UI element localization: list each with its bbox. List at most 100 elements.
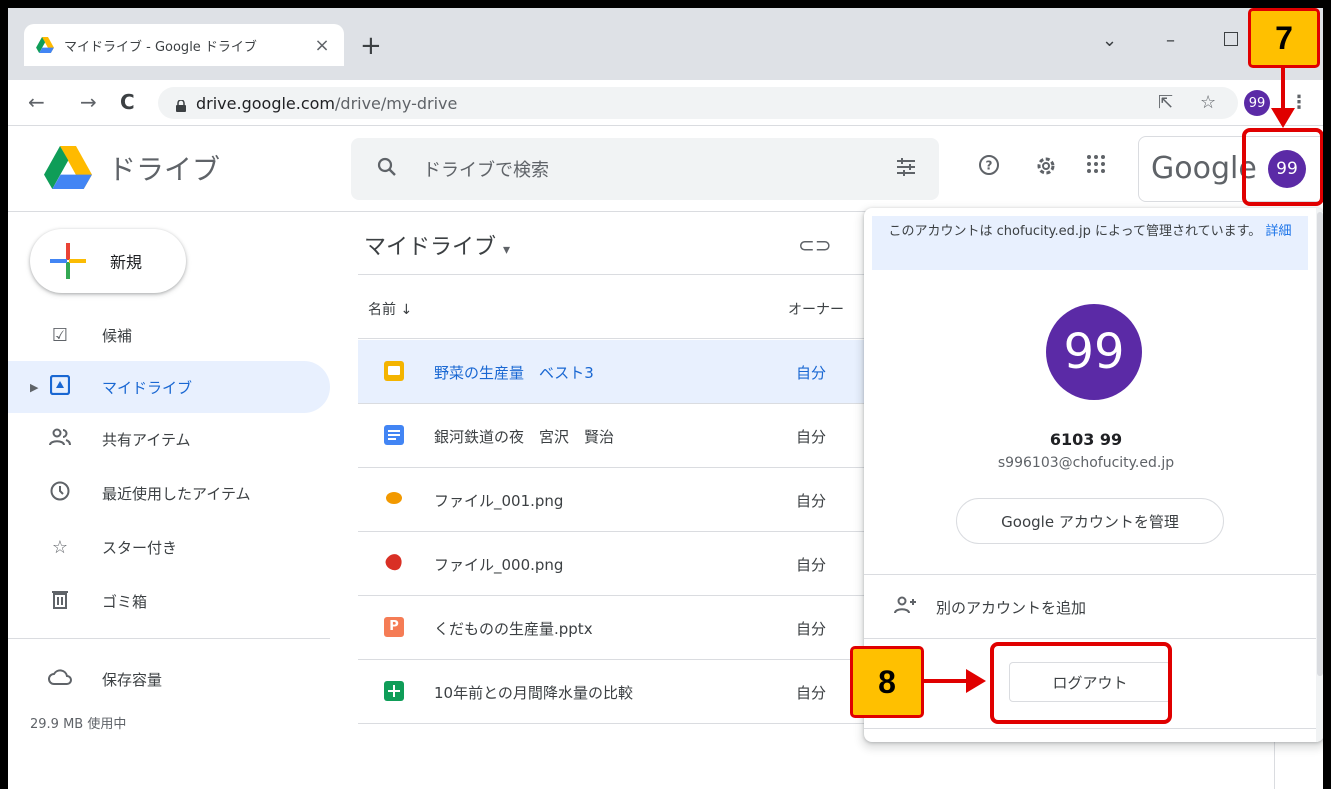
settings-gear-icon[interactable] [1034, 154, 1058, 184]
step7-highlight-box [1242, 128, 1323, 206]
file-owner: 自分 [796, 556, 827, 574]
new-button-label: 新規 [110, 253, 143, 272]
chevron-down-icon: ▾ [503, 242, 511, 258]
new-tab-button[interactable]: + [360, 33, 382, 59]
column-owner-header[interactable]: オーナー [788, 299, 844, 319]
file-name: くだものの生産量.pptx [434, 620, 593, 638]
drive-logo[interactable]: ドライブ [44, 146, 220, 189]
sidebar-item-suggested[interactable]: ☑ 候補 [8, 309, 330, 361]
sidebar-item-storage[interactable]: 保存容量 [8, 653, 330, 705]
table-row[interactable]: ファイル_001.png 自分 [358, 468, 868, 532]
expand-caret-icon[interactable]: ▶ [30, 381, 38, 394]
screenshot-frame: マイドライブ - Google ドライブ × + ⌄ – ← → C drive… [0, 0, 1331, 789]
browser-tab[interactable]: マイドライブ - Google ドライブ × [24, 24, 344, 66]
search-options-icon[interactable] [895, 156, 917, 183]
details-link[interactable]: 詳細 [1265, 224, 1291, 239]
logo-text: ドライブ [108, 152, 221, 186]
minimize-icon[interactable]: – [1166, 30, 1175, 51]
notice-text: このアカウントは chofucity.ed.jp によって管理されています。 [888, 224, 1262, 239]
sort-arrow-icon: ↓ [400, 302, 413, 318]
my-drive-icon [48, 374, 72, 400]
avatar[interactable]: 99 [1046, 304, 1142, 400]
step-8-badge: 8 [850, 646, 924, 718]
pptx-icon: P [384, 617, 404, 637]
step-7-badge: 7 [1248, 8, 1320, 68]
sidebar-item-shared[interactable]: 共有アイテム [8, 413, 330, 465]
drive-logo-icon [44, 146, 92, 189]
tab-title: マイドライブ - Google ドライブ [64, 39, 257, 55]
lock-icon [176, 97, 186, 112]
profile-avatar[interactable]: 99 [1244, 90, 1270, 116]
manage-account-button[interactable]: Google アカウントを管理 [956, 498, 1224, 544]
star-icon: ☆ [51, 536, 69, 558]
google-wordmark: Google [1151, 151, 1257, 186]
sidebar-item-recent[interactable]: 最近使用したアイテム [8, 467, 330, 519]
url-path: /drive/my-drive [335, 93, 458, 113]
file-owner: 自分 [796, 428, 827, 446]
apps-grid-icon[interactable] [1086, 154, 1106, 180]
popup-divider [864, 574, 1316, 575]
address-bar[interactable]: drive.google.com/drive/my-drive [158, 87, 1238, 119]
step7-arrowhead-icon [1271, 108, 1295, 128]
drive-favicon-icon [36, 37, 54, 53]
sidebar-item-starred[interactable]: ☆ スター付き [8, 521, 330, 573]
sidebar-item-my-drive[interactable]: ▶ マイドライブ [8, 361, 330, 413]
link-icon[interactable]: ⊂⊃ [798, 233, 832, 257]
cloud-icon [48, 668, 72, 690]
docs-icon [384, 425, 404, 445]
clock-icon [48, 481, 72, 506]
sidebar-item-trash[interactable]: ゴミ箱 [8, 575, 330, 627]
share-icon[interactable]: ⇱ [1158, 92, 1173, 113]
bookmark-star-icon[interactable]: ☆ [1200, 92, 1216, 113]
sidebar-item-label: 候補 [102, 326, 133, 345]
tab-close-icon[interactable]: × [312, 35, 332, 56]
table-row[interactable]: P くだものの生産量.pptx 自分 [358, 596, 868, 660]
sidebar-item-label: 共有アイテム [102, 430, 191, 449]
maximize-icon[interactable] [1224, 32, 1238, 46]
file-owner: 自分 [796, 364, 827, 382]
sidebar-item-label: マイドライブ [102, 378, 193, 397]
add-account-label: 別のアカウントを追加 [936, 598, 1087, 617]
orange-image-thumbnail-icon [386, 492, 402, 504]
sidebar-item-label: 最近使用したアイテム [102, 484, 251, 503]
file-name: 野菜の生産量 ベスト3 [434, 364, 594, 382]
tab-search-chevron-icon[interactable]: ⌄ [1102, 30, 1117, 51]
popup-scrollbar-thumb[interactable] [1317, 212, 1323, 676]
sheets-icon [384, 681, 404, 701]
title-row: マイドライブ ▾ ⊂⊃ [358, 213, 868, 275]
svg-text:?: ? [986, 159, 993, 173]
file-name: 銀河鉄道の夜 宮沢 賢治 [434, 428, 615, 446]
file-owner: 自分 [796, 492, 827, 510]
column-name-header[interactable]: 名前 ↓ [368, 299, 412, 319]
managed-account-notice: このアカウントは chofucity.ed.jp によって管理されています。 詳… [872, 216, 1308, 270]
file-name: 10年前との月間降水量の比較 [434, 684, 633, 702]
step8-arrowhead-icon [966, 669, 986, 693]
storage-label: 保存容量 [102, 670, 163, 689]
popup-divider [864, 728, 1316, 729]
table-row[interactable]: 野菜の生産量 ベスト3 自分 [358, 340, 868, 404]
table-row[interactable]: ファイル_000.png 自分 [358, 532, 868, 596]
trash-icon [48, 589, 72, 614]
column-header: 名前 ↓ オーナー [358, 275, 868, 339]
file-name: ファイル_001.png [434, 492, 564, 510]
file-owner: 自分 [796, 684, 827, 702]
forward-icon[interactable]: → [80, 90, 97, 114]
table-row[interactable]: 銀河鉄道の夜 宮沢 賢治 自分 [358, 404, 868, 468]
suggested-icon: ☑ [51, 324, 69, 346]
new-button[interactable]: 新規 [30, 229, 186, 293]
search-input[interactable]: ドライブで検索 [351, 138, 939, 200]
shared-icon [48, 428, 72, 451]
search-placeholder: ドライブで検索 [423, 160, 549, 181]
search-icon[interactable] [377, 157, 397, 182]
file-owner: 自分 [796, 620, 827, 638]
account-email: s996103@chofucity.ed.jp [997, 455, 1175, 471]
add-account-button[interactable]: 別のアカウントを追加 [894, 596, 1086, 618]
reload-icon[interactable]: C [120, 90, 135, 114]
table-row[interactable]: 10年前との月間降水量の比較 自分 [358, 660, 868, 724]
browser-tab-strip: マイドライブ - Google ドライブ × + ⌄ – [8, 8, 1323, 80]
slides-icon [384, 361, 404, 381]
back-icon[interactable]: ← [28, 90, 45, 114]
help-icon[interactable]: ? [978, 154, 1000, 182]
popup-scrollbar[interactable] [1316, 208, 1323, 742]
page-title[interactable]: マイドライブ ▾ [364, 229, 510, 261]
